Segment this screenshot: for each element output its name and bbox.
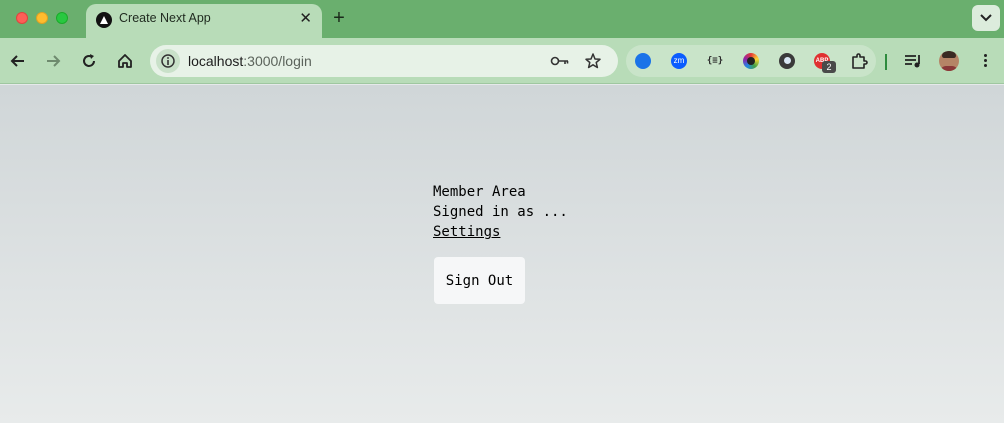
color-picker-extension-icon[interactable]: [743, 53, 759, 69]
scribe-extension-icon[interactable]: [635, 53, 651, 69]
bookmark-star-icon[interactable]: [584, 52, 602, 75]
tab-title: Create Next App: [119, 11, 211, 25]
nextjs-favicon-icon: [96, 12, 112, 28]
page-viewport: Member Area Signed in as ... Settings Si…: [0, 85, 1004, 423]
forward-button[interactable]: [42, 50, 64, 72]
window-maximize-button[interactable]: [56, 12, 68, 24]
reload-icon: [83, 54, 95, 67]
extensions-puzzle-icon[interactable]: [850, 52, 868, 70]
site-info-icon[interactable]: [156, 49, 180, 73]
back-button[interactable]: [7, 50, 29, 72]
adblock-count-badge: 2: [822, 61, 836, 73]
window-close-button[interactable]: [16, 12, 28, 24]
address-bar[interactable]: localhost:3000/login: [150, 45, 618, 77]
settings-link[interactable]: Settings: [433, 222, 568, 242]
member-area-panel: Member Area Signed in as ... Settings: [433, 182, 568, 242]
tab-strip: Create Next App ✕ +: [0, 0, 1004, 38]
arrow-left-icon: [10, 55, 24, 67]
url-path: :3000/login: [243, 53, 312, 69]
eye-dropper-extension-icon[interactable]: [779, 53, 795, 69]
profile-avatar[interactable]: [939, 51, 959, 71]
arrow-right-icon: [47, 55, 61, 67]
member-area-heading: Member Area: [433, 184, 526, 200]
url-host: localhost: [188, 53, 244, 69]
active-tab[interactable]: Create Next App ✕: [86, 4, 322, 38]
reload-button[interactable]: [78, 50, 100, 72]
url-text[interactable]: localhost:3000/login: [188, 53, 312, 69]
json-formatter-extension-icon[interactable]: {≡}: [705, 53, 725, 69]
signed-in-status: Signed in as ...: [433, 204, 568, 220]
tab-search-button[interactable]: [972, 5, 1000, 31]
browser-menu-icon[interactable]: [978, 52, 992, 70]
window-minimize-button[interactable]: [36, 12, 48, 24]
home-button[interactable]: [114, 50, 136, 72]
media-controls-icon[interactable]: [903, 52, 923, 70]
tab-close-icon[interactable]: ✕: [299, 10, 312, 28]
password-key-icon[interactable]: [550, 53, 570, 74]
home-icon: [118, 54, 132, 68]
sign-out-button[interactable]: Sign Out: [434, 257, 525, 304]
toolbar-divider: [885, 54, 887, 70]
new-tab-button[interactable]: +: [330, 7, 348, 29]
zoom-extension-icon[interactable]: zm: [671, 53, 687, 69]
